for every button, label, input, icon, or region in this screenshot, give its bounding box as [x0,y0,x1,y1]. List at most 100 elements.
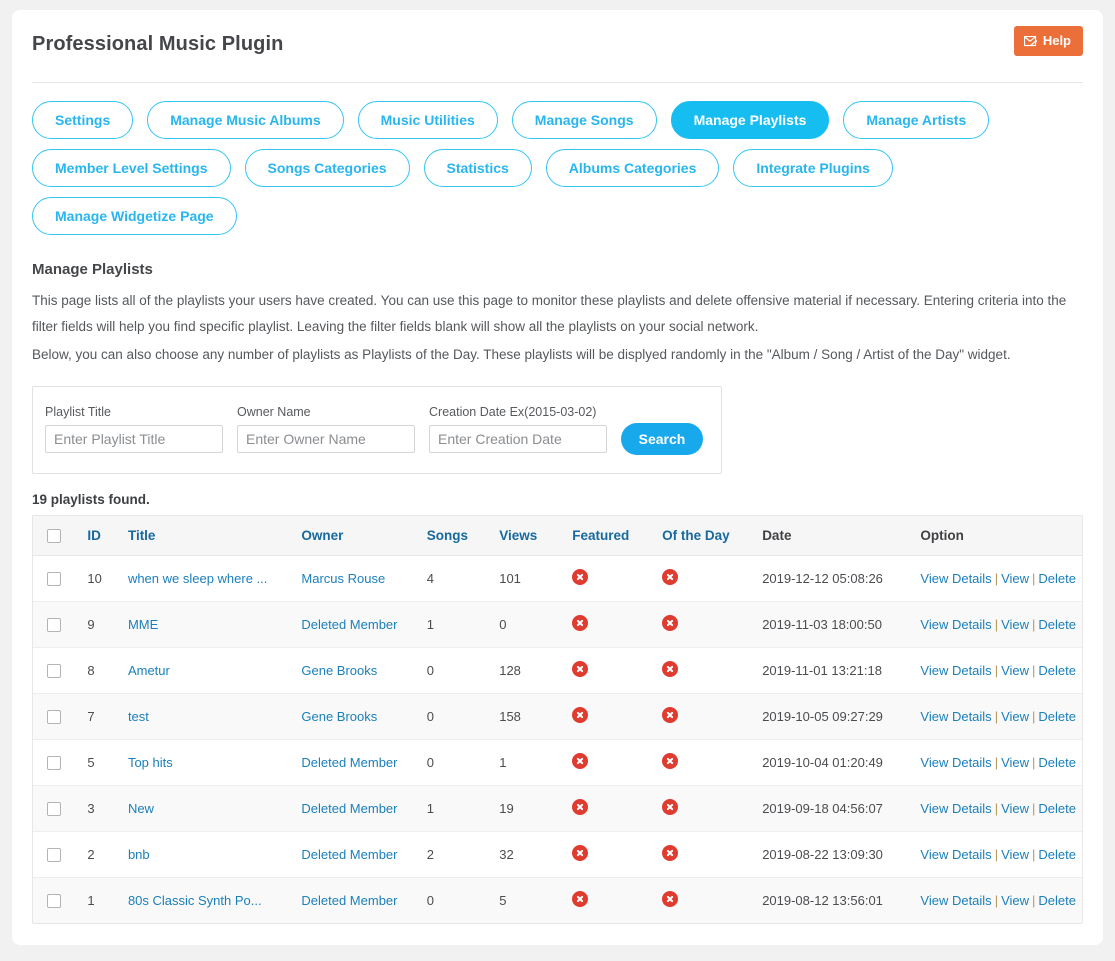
view-details-link[interactable]: View Details [920,893,991,908]
column-header-id[interactable]: ID [81,516,122,556]
delete-link[interactable]: Delete [1038,709,1076,724]
column-header-views[interactable]: Views [493,516,567,556]
help-button[interactable]: Help [1013,26,1083,56]
tab-manage-songs[interactable]: Manage Songs [511,101,657,139]
view-details-link[interactable]: View Details [920,847,991,862]
row-title-value[interactable]: bnb [128,847,150,862]
row-select-checkbox[interactable] [47,571,61,586]
row-date-value: 2019-11-01 13:21:18 [762,663,882,678]
x-circle-icon[interactable] [662,615,679,631]
row-date-value: 2019-09-18 04:56:07 [762,801,883,816]
tab-statistics[interactable]: Statistics [423,149,532,187]
row-title-value[interactable]: Top hits [128,755,173,770]
row-date-value: 2019-10-05 09:27:29 [762,709,883,724]
column-header-title[interactable]: Title [121,516,296,556]
column-header-songs[interactable]: Songs [420,516,494,556]
option-separator: | [1032,571,1036,586]
tab-bar: Settings Manage Music Albums Music Utiliti… [12,83,1052,235]
tab-albums-categories[interactable]: Albums Categories [545,149,720,187]
tab-manage-artists[interactable]: Manage Artists [843,101,990,139]
view-details-link[interactable]: View Details [920,617,991,632]
x-circle-icon[interactable] [572,569,589,585]
row-select-checkbox[interactable] [47,663,61,678]
search-button[interactable]: Search [621,423,703,455]
row-owner-value[interactable]: Gene Brooks [301,663,377,678]
row-id: 10 [81,555,122,602]
section-intro: Manage Playlists This page lists all of … [12,261,1103,368]
view-details-link[interactable]: View Details [920,755,991,770]
x-circle-icon[interactable] [662,707,679,723]
row-select-checkbox[interactable] [47,617,61,632]
row-select-checkbox[interactable] [47,893,61,908]
tab-manage-music-albums[interactable]: Manage Music Albums [147,101,344,139]
tab-songs-categories[interactable]: Songs Categories [244,149,410,187]
x-circle-icon[interactable] [662,891,679,907]
view-link[interactable]: View [1001,663,1029,678]
x-circle-icon[interactable] [572,799,589,815]
view-details-link[interactable]: View Details [920,709,991,724]
creation-date-input[interactable] [429,425,607,453]
x-circle-icon[interactable] [662,661,679,677]
row-title-value[interactable]: test [128,709,149,724]
view-details-link[interactable]: View Details [920,801,991,816]
select-all-checkbox[interactable] [47,528,61,543]
row-options: View Details | View | Delete [914,693,1082,740]
tab-music-utilities[interactable]: Music Utilities [357,101,498,139]
row-owner-value[interactable]: Deleted Member [301,893,397,908]
delete-link[interactable]: Delete [1038,663,1076,678]
row-owner-value[interactable]: Deleted Member [301,847,397,862]
tab-settings[interactable]: Settings [32,101,134,139]
x-circle-icon[interactable] [572,615,589,631]
tab-member-level-settings[interactable]: Member Level Settings [32,149,231,187]
row-owner-value[interactable]: Marcus Rouse [301,571,385,586]
column-header-of-the-day[interactable]: Of the Day [656,516,757,556]
row-title-value[interactable]: 80s Classic Synth Po... [128,893,262,908]
row-select-checkbox[interactable] [47,847,61,862]
delete-link[interactable]: Delete [1038,893,1076,908]
column-header-owner[interactable]: Owner [295,516,421,556]
row-songs-value: 0 [426,709,434,724]
tab-manage-widgetize-page[interactable]: Manage Widgetize Page [32,197,237,235]
tab-manage-playlists[interactable]: Manage Playlists [670,101,830,139]
row-owner-value[interactable]: Deleted Member [301,617,397,632]
view-details-link[interactable]: View Details [920,571,991,586]
delete-link[interactable]: Delete [1038,801,1076,816]
view-link[interactable]: View [1001,801,1029,816]
view-details-link[interactable]: View Details [920,663,991,678]
filter-field-date: Creation Date Ex(2015-03-02) [429,405,607,453]
row-select-checkbox[interactable] [47,755,61,770]
row-title-value[interactable]: Ametur [128,663,170,678]
delete-link[interactable]: Delete [1038,847,1076,862]
row-title-value[interactable]: New [128,801,154,816]
row-select-checkbox[interactable] [47,801,61,816]
row-owner-value[interactable]: Deleted Member [301,755,397,770]
owner-name-input[interactable] [237,425,415,453]
view-link[interactable]: View [1001,755,1029,770]
row-title-value[interactable]: MME [128,617,158,632]
x-circle-icon[interactable] [572,661,589,677]
x-circle-icon[interactable] [572,753,589,769]
x-circle-icon[interactable] [662,569,679,585]
tab-integrate-plugins[interactable]: Integrate Plugins [733,149,893,187]
view-link[interactable]: View [1001,617,1029,632]
x-circle-icon[interactable] [572,845,589,861]
playlist-title-input[interactable] [45,425,223,453]
view-link[interactable]: View [1001,571,1029,586]
section-paragraph-1: This page lists all of the playlists you… [32,293,1067,334]
delete-link[interactable]: Delete [1038,571,1076,586]
x-circle-icon[interactable] [572,891,589,907]
x-circle-icon[interactable] [662,753,679,769]
row-owner-value[interactable]: Deleted Member [301,801,397,816]
view-link[interactable]: View [1001,893,1029,908]
x-circle-icon[interactable] [662,799,679,815]
view-link[interactable]: View [1001,847,1029,862]
row-select-checkbox[interactable] [47,709,61,724]
delete-link[interactable]: Delete [1038,755,1076,770]
delete-link[interactable]: Delete [1038,617,1076,632]
row-owner-value[interactable]: Gene Brooks [301,709,377,724]
x-circle-icon[interactable] [662,845,679,861]
row-title-value[interactable]: when we sleep where ... [128,571,267,586]
view-link[interactable]: View [1001,709,1029,724]
column-header-featured[interactable]: Featured [566,516,657,556]
x-circle-icon[interactable] [572,707,589,723]
